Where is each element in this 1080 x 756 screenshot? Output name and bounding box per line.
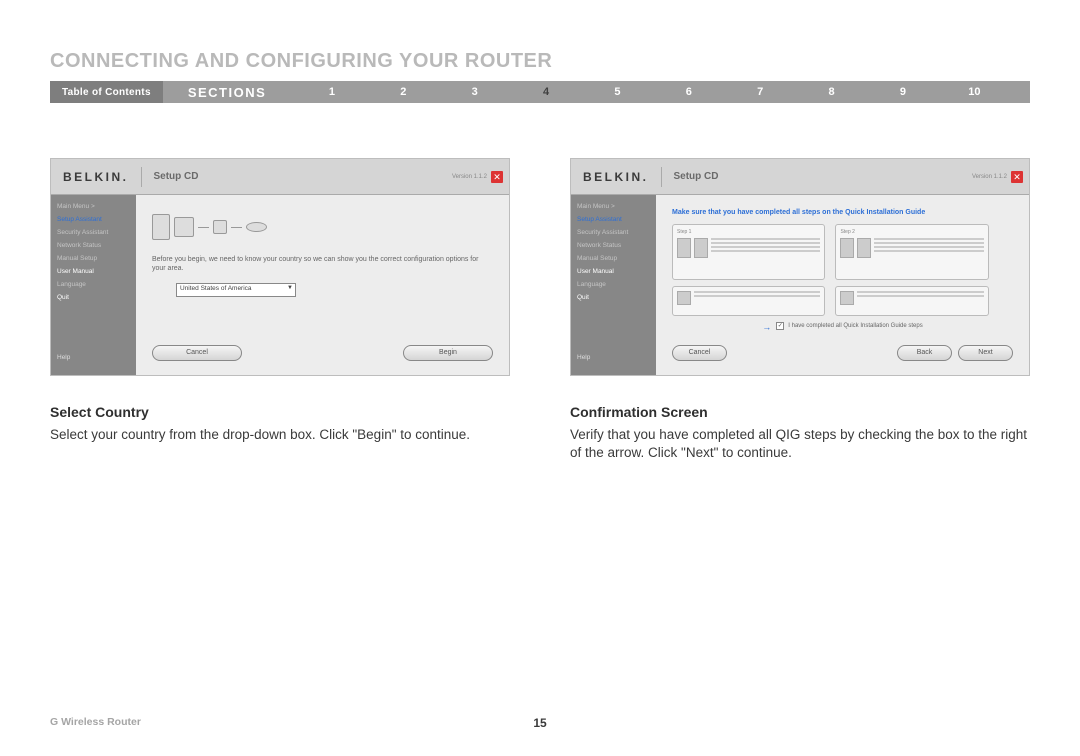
caption-title-right: Confirmation Screen	[570, 404, 1030, 420]
brand-logo: BELKIN.	[571, 170, 661, 184]
thumb-label: Step 2	[840, 229, 854, 235]
section-4[interactable]: 4	[510, 86, 581, 98]
app-subtitle: Setup CD	[141, 167, 211, 187]
begin-button[interactable]: Begin	[403, 345, 493, 361]
app-main: Make sure that you have completed all st…	[656, 195, 1029, 375]
section-3[interactable]: 3	[439, 86, 510, 98]
caption-title-left: Select Country	[50, 404, 510, 420]
section-8[interactable]: 8	[796, 86, 867, 98]
confirmation-checkbox[interactable]: ✓	[776, 322, 784, 330]
connection-diagram-icon	[152, 209, 267, 245]
sidebar-item-network-status[interactable]: Network Status	[577, 242, 650, 249]
sidebar-item-language[interactable]: Language	[577, 281, 650, 288]
sidebar-item-help[interactable]: Help	[577, 354, 650, 361]
close-icon[interactable]: ✕	[491, 171, 503, 183]
sidebar-item-security-assistant[interactable]: Security Assistant	[577, 229, 650, 236]
app-sidebar: Main Menu > Setup Assistant Security Ass…	[51, 195, 136, 375]
qig-step-thumbnail	[835, 286, 988, 316]
back-button[interactable]: Back	[897, 345, 952, 361]
product-name: G Wireless Router	[50, 716, 141, 728]
sidebar-item-language[interactable]: Language	[57, 281, 130, 288]
page-title: CONNECTING AND CONFIGURING YOUR ROUTER	[50, 50, 1030, 73]
section-7[interactable]: 7	[725, 86, 796, 98]
caption-body-right: Verify that you have completed all QIG s…	[570, 426, 1030, 462]
thumb-label: Step 1	[677, 229, 691, 235]
caption-body-left: Select your country from the drop-down b…	[50, 426, 510, 444]
brand-logo: BELKIN.	[51, 170, 141, 184]
left-column: BELKIN. Setup CD Version 1.1.2 ✕ Main Me…	[50, 158, 510, 462]
qig-step-thumbnail: Step 2	[835, 224, 988, 280]
app-header: BELKIN. Setup CD Version 1.1.2 ✕	[571, 159, 1029, 195]
sidebar-item-help[interactable]: Help	[57, 354, 130, 361]
page-number: 15	[533, 716, 546, 730]
section-10[interactable]: 10	[939, 86, 1010, 98]
right-column: BELKIN. Setup CD Version 1.1.2 ✕ Main Me…	[570, 158, 1030, 462]
section-nav-bar: Table of Contents SECTIONS 1 2 3 4 5 6 7…	[50, 81, 1030, 103]
sidebar-item-main-menu[interactable]: Main Menu >	[57, 203, 130, 210]
arrow-right-icon: →	[762, 322, 772, 330]
sidebar-item-security-assistant[interactable]: Security Assistant	[57, 229, 130, 236]
country-select[interactable]: United States of America	[176, 283, 296, 297]
instruction-text: Before you begin, we need to know your c…	[152, 255, 493, 273]
section-9[interactable]: 9	[867, 86, 938, 98]
sidebar-item-quit[interactable]: Quit	[57, 294, 130, 301]
sidebar-item-quit[interactable]: Quit	[577, 294, 650, 301]
sidebar-item-setup-assistant[interactable]: Setup Assistant	[577, 216, 650, 223]
sidebar-item-user-manual[interactable]: User Manual	[57, 268, 130, 275]
screenshot-confirmation: BELKIN. Setup CD Version 1.1.2 ✕ Main Me…	[570, 158, 1030, 376]
app-sidebar: Main Menu > Setup Assistant Security Ass…	[571, 195, 656, 375]
section-6[interactable]: 6	[653, 86, 724, 98]
sidebar-item-manual-setup[interactable]: Manual Setup	[57, 255, 130, 262]
version-label: Version 1.1.2	[452, 174, 487, 180]
page-footer: G Wireless Router 15	[50, 716, 1030, 728]
screenshot-select-country: BELKIN. Setup CD Version 1.1.2 ✕ Main Me…	[50, 158, 510, 376]
toc-link[interactable]: Table of Contents	[50, 81, 163, 103]
cancel-button[interactable]: Cancel	[152, 345, 242, 361]
instruction-text: Make sure that you have completed all st…	[672, 209, 1013, 216]
sidebar-item-network-status[interactable]: Network Status	[57, 242, 130, 249]
app-subtitle: Setup CD	[661, 167, 731, 187]
section-1[interactable]: 1	[296, 86, 367, 98]
next-button[interactable]: Next	[958, 345, 1013, 361]
version-label: Version 1.1.2	[972, 174, 1007, 180]
sidebar-item-manual-setup[interactable]: Manual Setup	[577, 255, 650, 262]
cancel-button[interactable]: Cancel	[672, 345, 727, 361]
sidebar-item-main-menu[interactable]: Main Menu >	[577, 203, 650, 210]
checkbox-label: I have completed all Quick Installation …	[788, 323, 922, 329]
section-5[interactable]: 5	[582, 86, 653, 98]
app-header: BELKIN. Setup CD Version 1.1.2 ✕	[51, 159, 509, 195]
close-icon[interactable]: ✕	[1011, 171, 1023, 183]
sections-label: SECTIONS	[163, 85, 296, 100]
sidebar-item-setup-assistant[interactable]: Setup Assistant	[57, 216, 130, 223]
sidebar-item-user-manual[interactable]: User Manual	[577, 268, 650, 275]
app-main: Before you begin, we need to know your c…	[136, 195, 509, 375]
qig-step-thumbnail: Step 1	[672, 224, 825, 280]
qig-step-thumbnail	[672, 286, 825, 316]
section-2[interactable]: 2	[368, 86, 439, 98]
